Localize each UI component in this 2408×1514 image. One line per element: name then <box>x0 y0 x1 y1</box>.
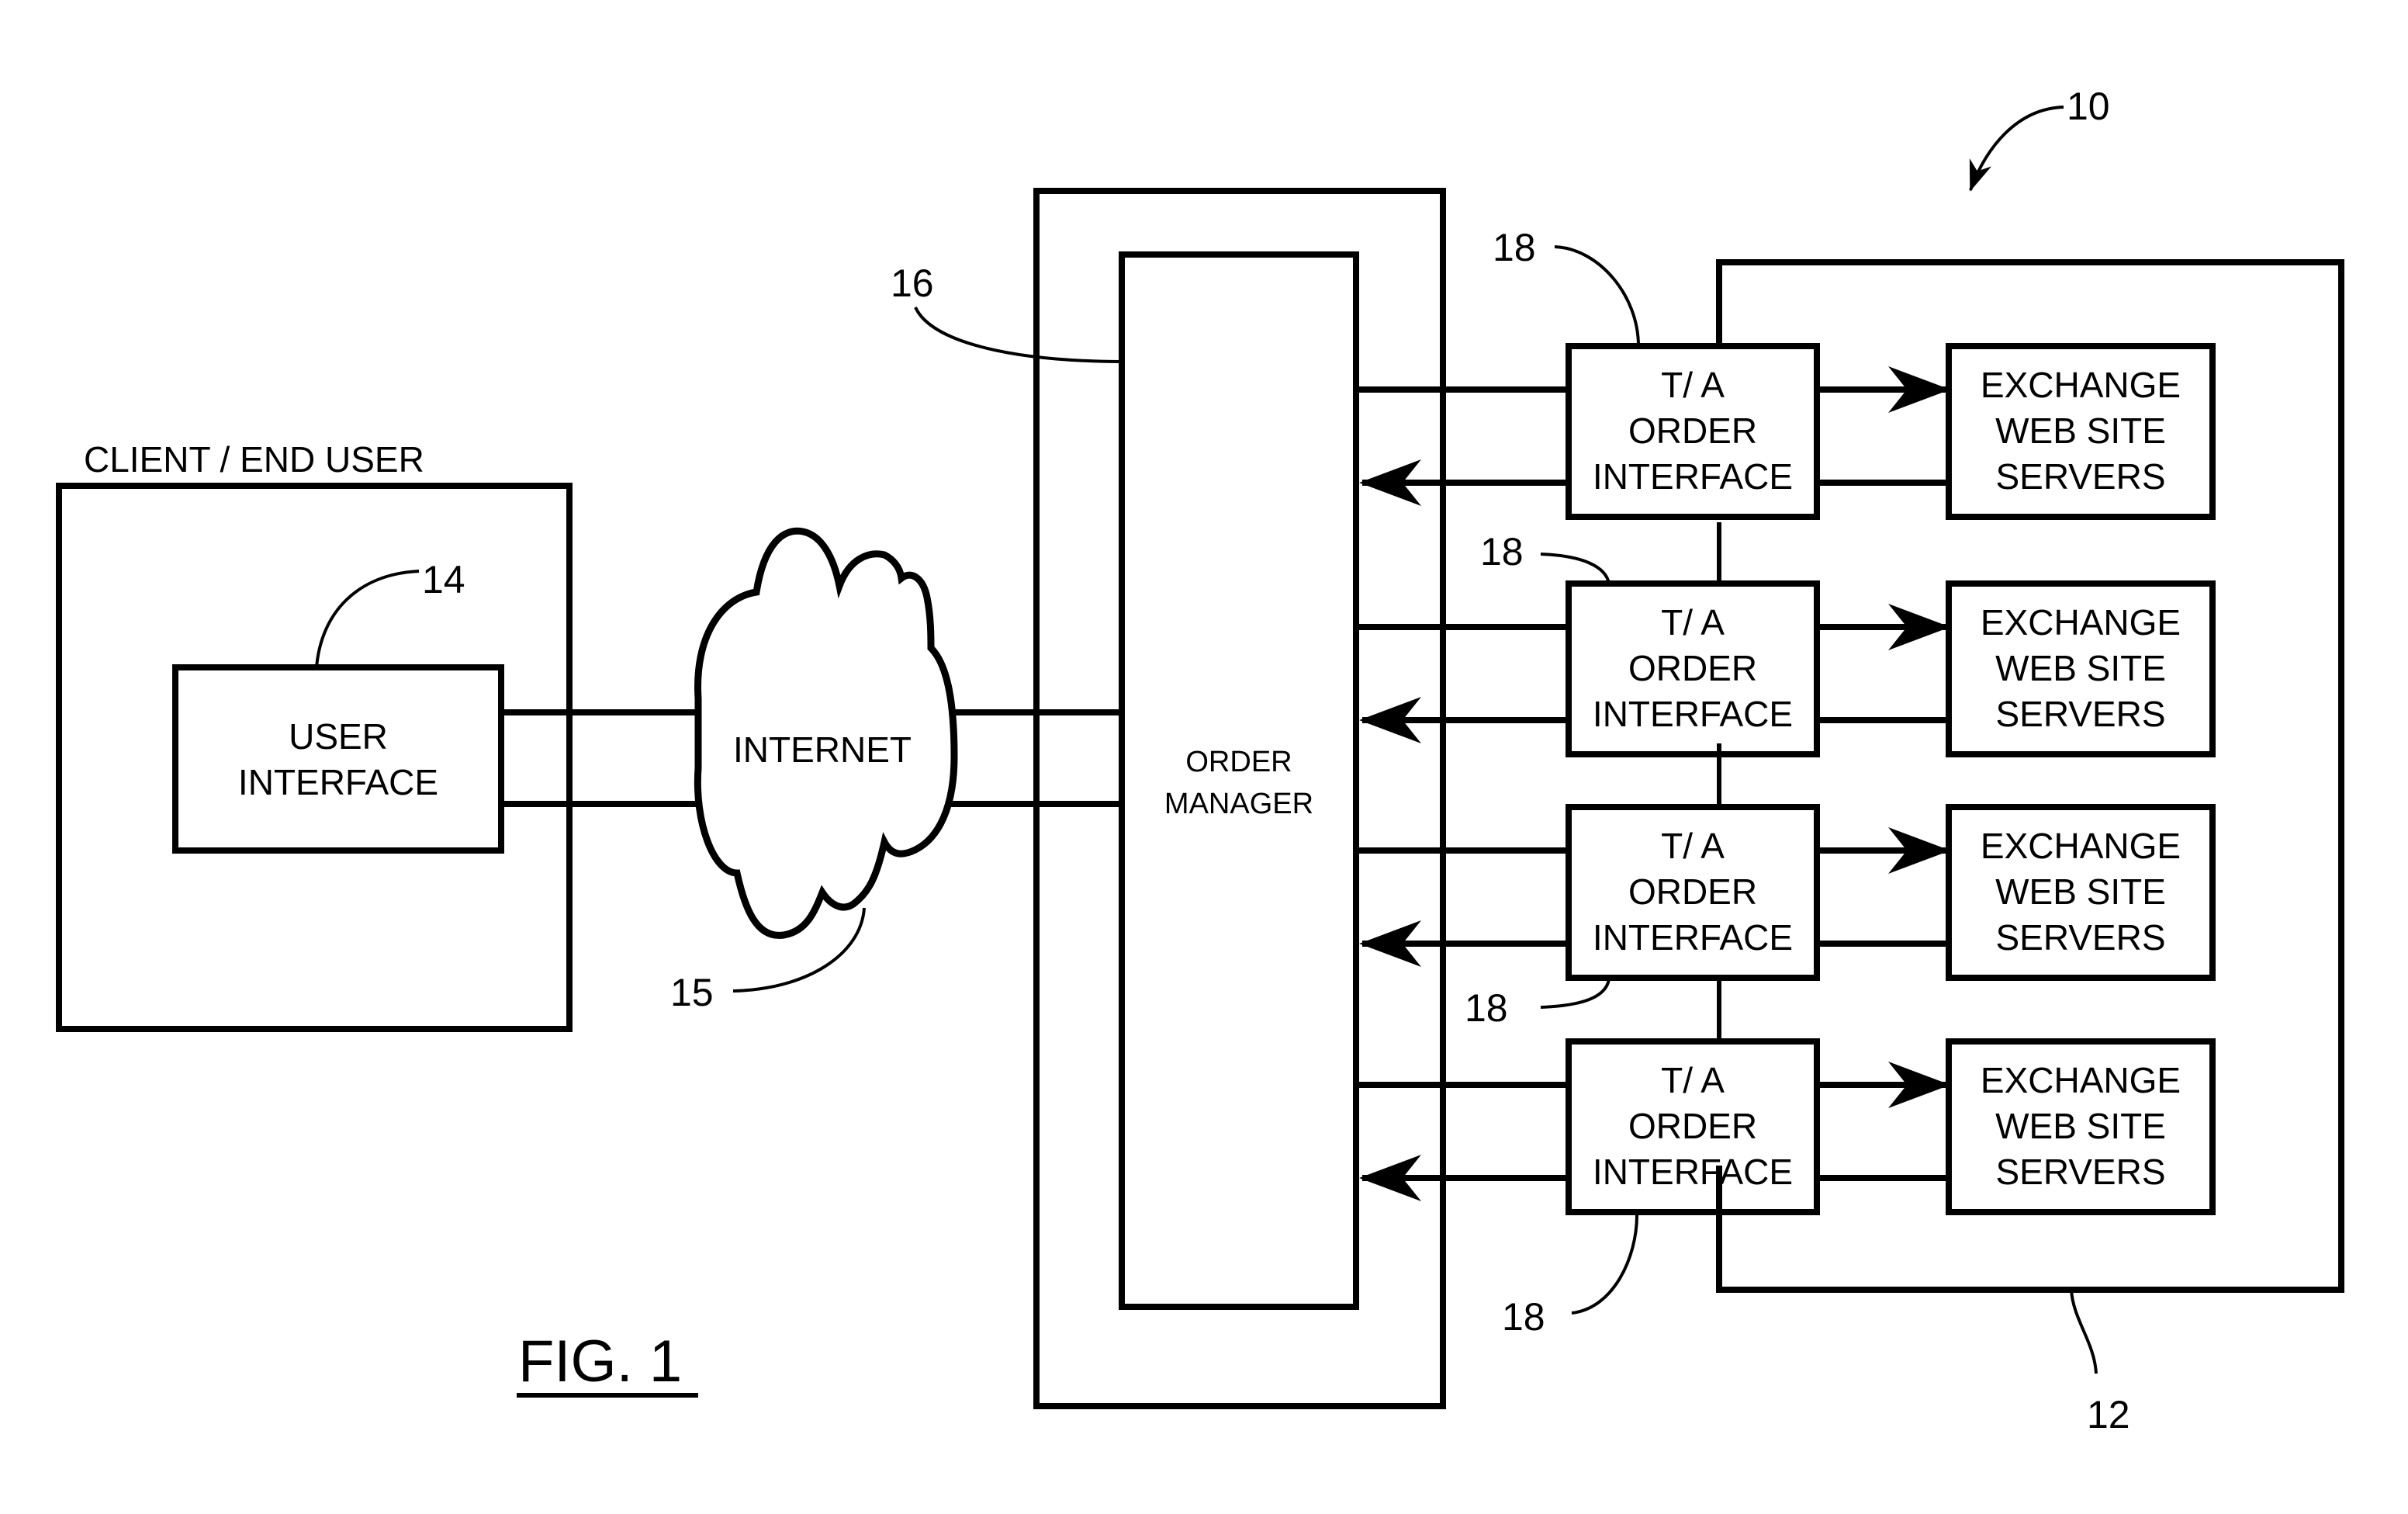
internet-label: INTERNET <box>733 729 912 770</box>
exchange-server-label: EXCHANGE <box>1981 826 2181 866</box>
order-manager-box <box>1119 251 1359 1310</box>
interface-rows: T/ A ORDER INTERFACE EXCHANGE WEB SITE SERVER… <box>1356 226 2216 1339</box>
ref-18: 18 <box>1493 226 1536 269</box>
exchange-server-label: SERVERS <box>1995 917 2165 958</box>
ta-order-interface-label: T/ A <box>1661 602 1725 643</box>
ref-18: 18 <box>1480 530 1524 573</box>
exchange-server-label: SERVERS <box>1995 1152 2165 1192</box>
exchange-server-label: SERVERS <box>1995 456 2165 497</box>
user-interface-label-2: INTERFACE <box>238 762 438 802</box>
system-diagram: CLIENT / END USER USER INTERFACE 14 INTE… <box>56 85 2344 1436</box>
ref-12: 12 <box>2087 1393 2130 1436</box>
ref-leader-18 <box>1571 1214 1638 1315</box>
ta-order-interface-label: T/ A <box>1661 365 1725 405</box>
ref-arrow-10 <box>1969 106 2064 192</box>
ta-order-interface-label: T/ A <box>1661 1060 1725 1100</box>
exchange-server-label: WEB SITE <box>1995 871 2166 912</box>
client-title: CLIENT / END USER <box>84 439 424 480</box>
ref-14: 14 <box>422 558 465 601</box>
client-box <box>56 483 573 1032</box>
ta-order-interface-label: INTERFACE <box>1593 917 1793 958</box>
ref-16: 16 <box>891 262 934 305</box>
order-manager-label-2: MANAGER <box>1164 788 1313 820</box>
ta-order-interface-label: ORDER <box>1628 648 1757 688</box>
figure-caption: FIG. 1 <box>518 1329 682 1394</box>
user-interface-box <box>172 664 504 854</box>
exchange-server-label: WEB SITE <box>1995 411 2166 451</box>
ref-leader-14 <box>315 570 420 668</box>
ref-18: 18 <box>1502 1295 1545 1339</box>
ta-order-interface-label: T/ A <box>1661 826 1725 866</box>
ref-leader-12 <box>2070 1289 2098 1374</box>
user-interface-label-1: USER <box>289 716 388 757</box>
exchange-server-label: EXCHANGE <box>1981 602 2181 643</box>
ta-order-interface-label: INTERFACE <box>1593 456 1793 497</box>
ta-order-interface-label: INTERFACE <box>1593 694 1793 734</box>
ta-order-interface-label: ORDER <box>1628 411 1757 451</box>
ref-leader-18 <box>1540 553 1611 584</box>
ref-leader-18 <box>1554 245 1640 347</box>
exchange-server-label: WEB SITE <box>1995 648 2166 688</box>
ref-18: 18 <box>1465 986 1508 1030</box>
ta-order-interface-label: ORDER <box>1628 1106 1757 1146</box>
ref-leader-18 <box>1540 979 1611 1009</box>
exchange-server-label: EXCHANGE <box>1981 365 2181 405</box>
order-manager-label-1: ORDER <box>1185 746 1292 778</box>
exchange-server-label: SERVERS <box>1995 694 2165 734</box>
ref-leader-16 <box>914 307 1121 363</box>
ref-15: 15 <box>670 971 714 1014</box>
ref-10: 10 <box>2067 85 2110 128</box>
ta-order-interface-label: INTERFACE <box>1593 1152 1793 1192</box>
ta-order-interface-label: ORDER <box>1628 871 1757 912</box>
exchange-server-label: EXCHANGE <box>1981 1060 2181 1100</box>
exchange-server-label: WEB SITE <box>1995 1106 2166 1146</box>
